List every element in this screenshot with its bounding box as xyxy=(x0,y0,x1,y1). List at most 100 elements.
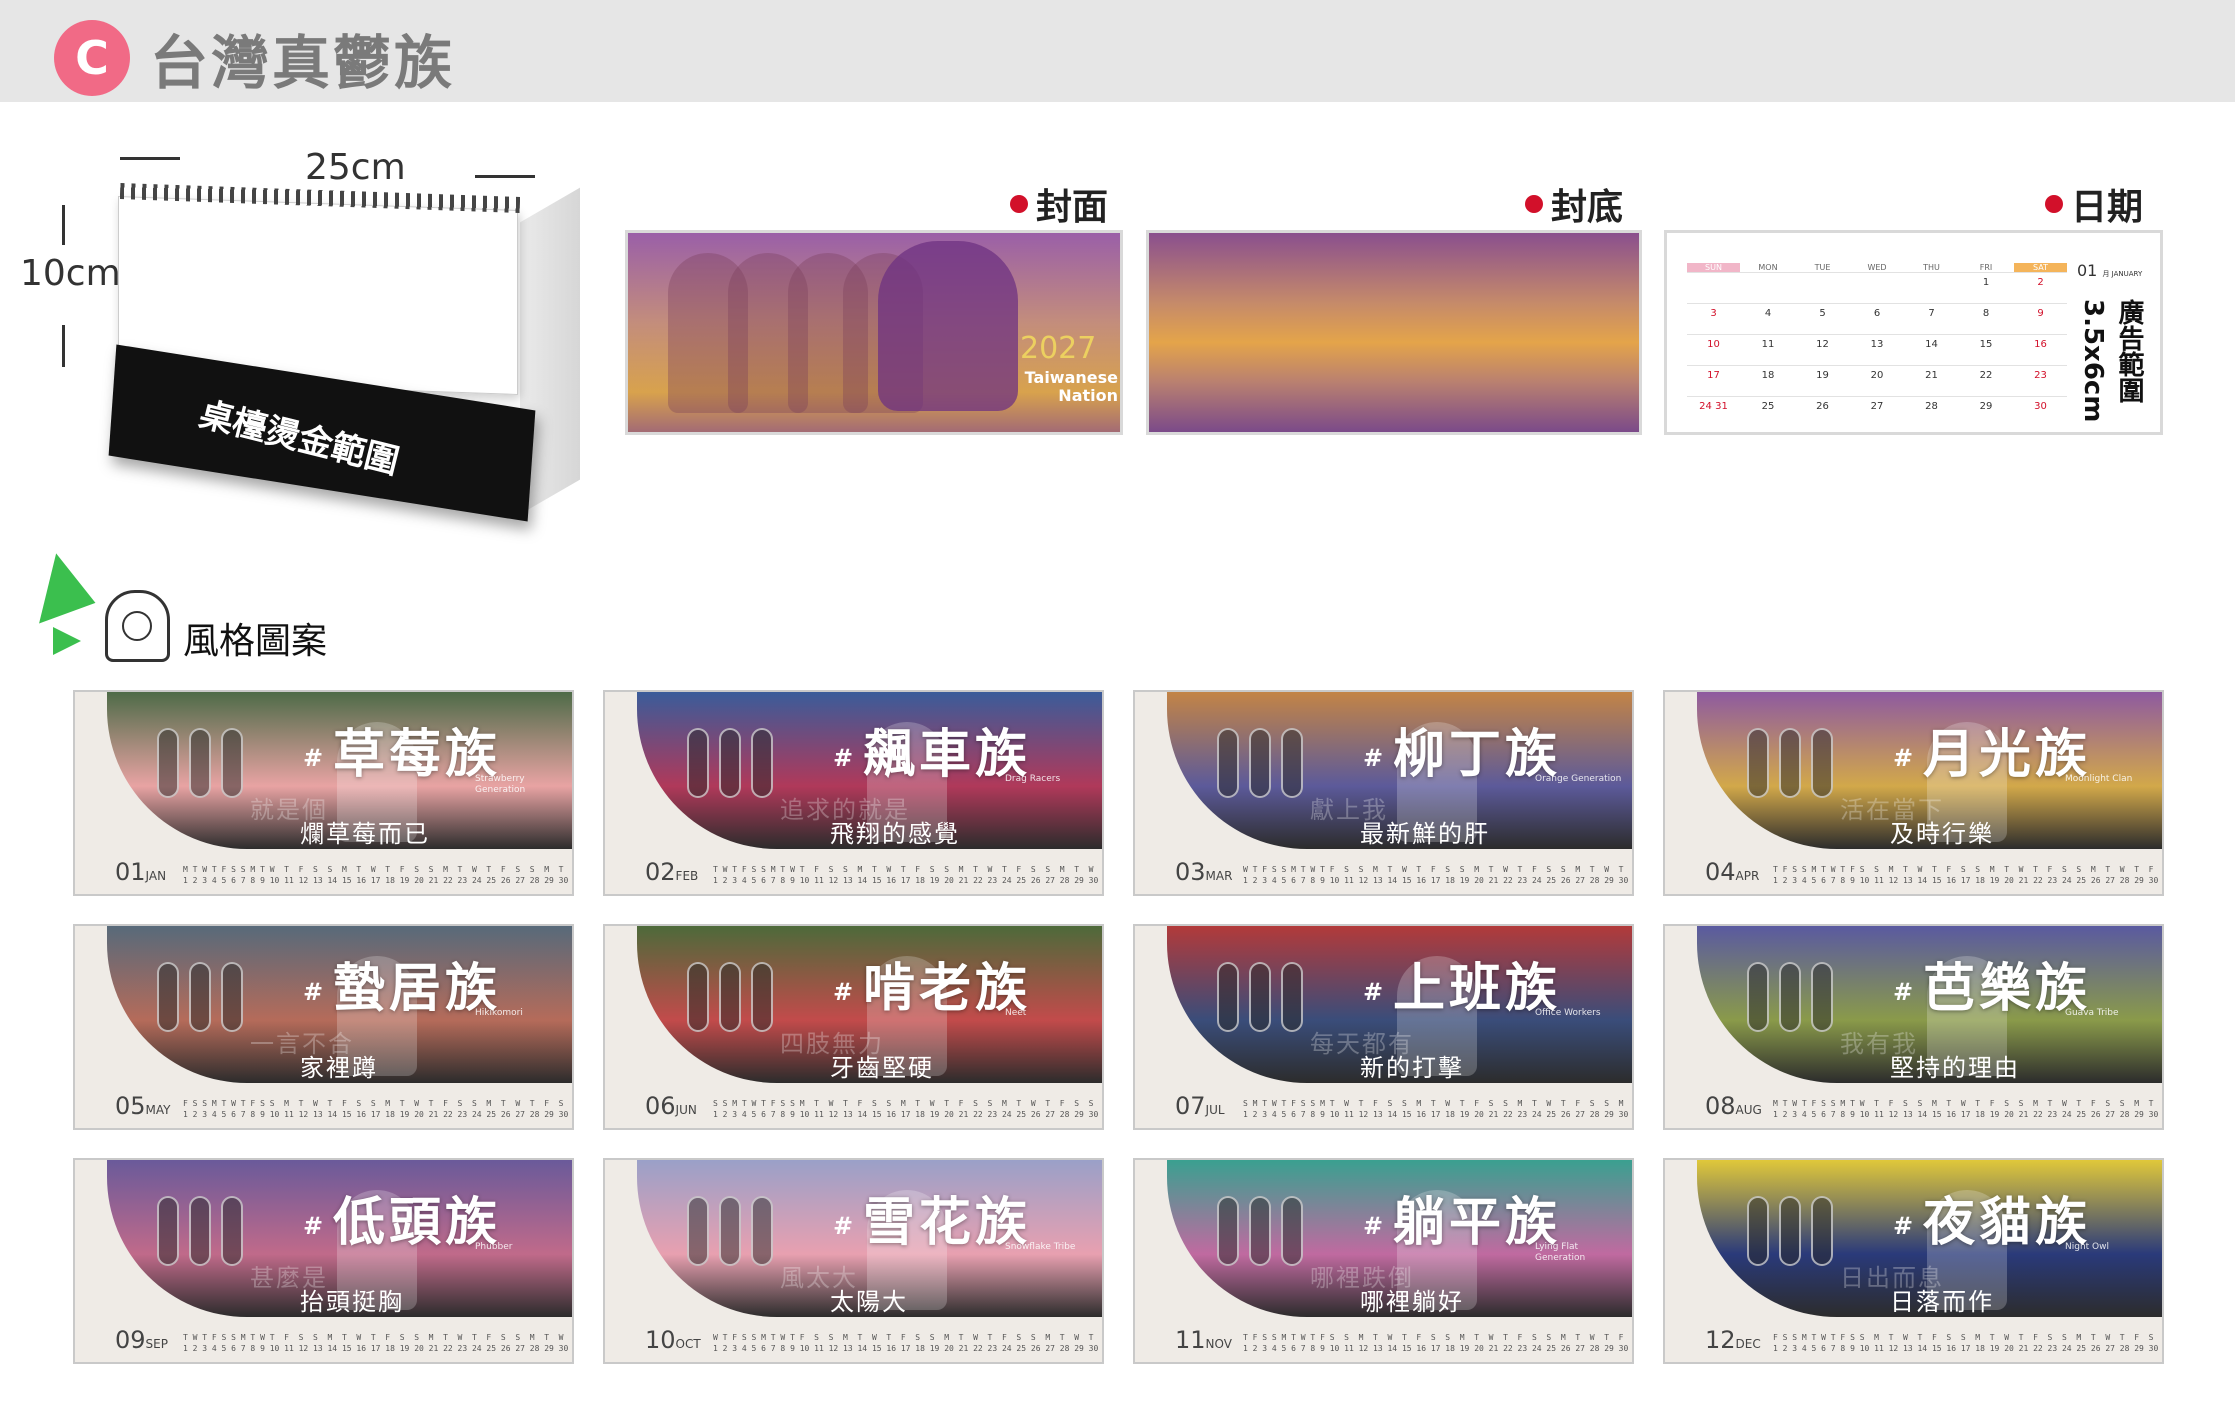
calendar-day: 7 xyxy=(1928,308,1935,319)
calendar-day: 10 xyxy=(1707,339,1720,350)
weekday-thu: THU xyxy=(1923,263,1940,272)
calendar-day xyxy=(1851,273,1904,303)
day-strip: S M T W T F S S M T W T F S S M T W T F … xyxy=(1243,1099,1629,1119)
tagline: 飛翔的感覺 xyxy=(830,820,960,848)
day-strip: W T F S S M T W T F S S M T W T F S S M … xyxy=(713,1333,1099,1353)
date-page-preview: SUN MON TUE WED THU FRI SAT 1 2 3 4 5 6 7 8 9 10 11 12 13 1… xyxy=(1664,230,2163,435)
calendar-day: 20 xyxy=(1870,370,1884,381)
calendar-day: 23 xyxy=(2034,370,2047,381)
weekday-sat: SAT xyxy=(2014,263,2067,272)
label-pill xyxy=(1747,962,1769,1032)
header-bar: C 台灣真鬱族 xyxy=(0,0,2235,102)
label-pill xyxy=(221,962,243,1032)
calendar-day: 14 xyxy=(1925,339,1938,350)
hash-symbol: # xyxy=(1363,744,1384,772)
label-pill xyxy=(1217,728,1239,798)
tagline: 堅持的理由 xyxy=(1890,1054,2020,1082)
height-dimension-top xyxy=(62,205,65,245)
label-pill xyxy=(189,1196,211,1266)
girl-doodle-icon xyxy=(105,590,170,662)
month-number: 04APR xyxy=(1705,858,1760,886)
day-strip: S S M T W T F S S M T W T F S S M T W T … xyxy=(713,1099,1099,1119)
month-abbr: JAN xyxy=(145,869,167,883)
weekday-sun: SUN xyxy=(1687,263,1740,272)
calendar-grid: SUN MON TUE WED THU FRI SAT 1 2 3 4 5 6 7 8 9 10 11 12 13 1… xyxy=(1687,263,2067,427)
month-abbr: NOV xyxy=(1205,1337,1232,1351)
label-pill xyxy=(1779,1196,1801,1266)
month-abbr: JUL xyxy=(1205,1103,1225,1117)
tribe-english-name: Office Workers xyxy=(1535,1008,1601,1018)
triangle-decoration-icon xyxy=(15,546,96,665)
tribe-english-name: Strawberry Generation xyxy=(475,774,526,795)
label-pill xyxy=(751,962,773,1032)
hash-symbol: # xyxy=(1893,978,1914,1006)
style-section-title: 風格圖案 xyxy=(183,621,328,662)
tribe-english-name: Snowflake Tribe xyxy=(1005,1242,1076,1252)
label-pill xyxy=(221,1196,243,1266)
calendar-day: 13 xyxy=(1870,339,1884,350)
tribe-english-name: Orange Generation xyxy=(1535,774,1622,784)
weekday-header: SUN MON TUE WED THU FRI SAT xyxy=(1687,263,2067,272)
month-card-jun: # 啃老族 Neet 四肢無力 牙齒堅硬 06JUN S S M T W T F S S M… xyxy=(603,924,1104,1130)
month-card-dec: # 夜貓族 Night Owl 日出而息 日落而作 12DEC F S S M T W T … xyxy=(1663,1158,2164,1364)
calendar-day: 3 xyxy=(1710,308,1717,319)
month-card-nov: # 躺平族 Lying Flat Generation 哪裡跌倒 哪裡躺好 11NOV T … xyxy=(1133,1158,1634,1364)
calendar-day: 17 xyxy=(1707,370,1720,381)
width-label: 25cm xyxy=(305,147,406,188)
date-label: 日期 xyxy=(2045,178,2143,230)
height-dimension-bottom xyxy=(62,325,65,367)
month-card-may: # 蟄居族 Hikikomori 一言不合 家裡蹲 05MAY F S S M T W T … xyxy=(73,924,574,1130)
label-pill xyxy=(1249,962,1271,1032)
tagline: 爛草莓而已 xyxy=(300,820,430,848)
month-number: 07JUL xyxy=(1175,1092,1225,1120)
day-strip: T W T F S S M T W T F S S M T W T F S S … xyxy=(183,1333,569,1353)
calendar-day xyxy=(1742,273,1795,303)
width-dimension-left xyxy=(120,157,180,160)
label-pill xyxy=(189,728,211,798)
day-strip: M T W T F S S M T W T F S S M T W T F S … xyxy=(1773,1099,2159,1119)
calendar-day: 15 xyxy=(1979,339,1993,350)
calendar-day: 24 31 xyxy=(1699,401,1728,412)
label-pill xyxy=(1811,962,1833,1032)
tagline: 新的打擊 xyxy=(1360,1054,1464,1082)
calendar-day: 21 xyxy=(1925,370,1938,381)
label-pill xyxy=(1779,728,1801,798)
label-pill xyxy=(1249,728,1271,798)
hash-symbol: # xyxy=(833,1212,854,1240)
month-number: 01JAN xyxy=(115,858,167,886)
weekday-wed: WED xyxy=(1867,263,1887,272)
calendar-day: 4 xyxy=(1764,308,1772,319)
red-dot-icon xyxy=(1525,195,1543,213)
green-triangle-icon xyxy=(53,627,81,655)
label-pill xyxy=(1811,1196,1833,1266)
calendar-week-row: 3 4 5 6 7 8 9 xyxy=(1687,303,2067,334)
calendar-day: 29 xyxy=(1979,401,1993,412)
month-abbr: MAY xyxy=(145,1103,171,1117)
calendar-day: 30 xyxy=(2034,401,2047,412)
hash-symbol: # xyxy=(303,744,324,772)
tribe-english-name: Phubber xyxy=(475,1242,513,1252)
tagline: 家裡蹲 xyxy=(300,1054,378,1082)
calendar-day: 18 xyxy=(1761,370,1775,381)
weekday-tue: TUE xyxy=(1814,263,1831,272)
face-icon xyxy=(122,611,152,641)
label-pill xyxy=(751,1196,773,1266)
calendar-day xyxy=(1796,273,1849,303)
hash-symbol: # xyxy=(1893,1212,1914,1240)
tribe-english-name: Moonlight Clan xyxy=(2065,774,2133,784)
calendar-day xyxy=(1687,273,1740,303)
label-pill xyxy=(687,962,709,1032)
label-pill xyxy=(1811,728,1833,798)
month-abbr: MAR xyxy=(1205,869,1233,883)
month-card-aug: # 芭樂族 Guava Tribe 我有我 堅持的理由 08AUG M T W T F S … xyxy=(1663,924,2164,1130)
month-abbr: APR xyxy=(1735,869,1760,883)
calendar-day: 27 xyxy=(1870,401,1884,412)
calendar-week-row: 10 11 12 13 14 15 16 xyxy=(1687,334,2067,365)
cover-label: 封面 xyxy=(1010,178,1108,230)
label-pill xyxy=(751,728,773,798)
label-pill xyxy=(1747,728,1769,798)
month-number: 11NOV xyxy=(1175,1326,1232,1354)
calendar-day: 6 xyxy=(1873,308,1881,319)
tagline: 日落而作 xyxy=(1890,1288,1994,1316)
month-number: 09SEP xyxy=(115,1326,168,1354)
